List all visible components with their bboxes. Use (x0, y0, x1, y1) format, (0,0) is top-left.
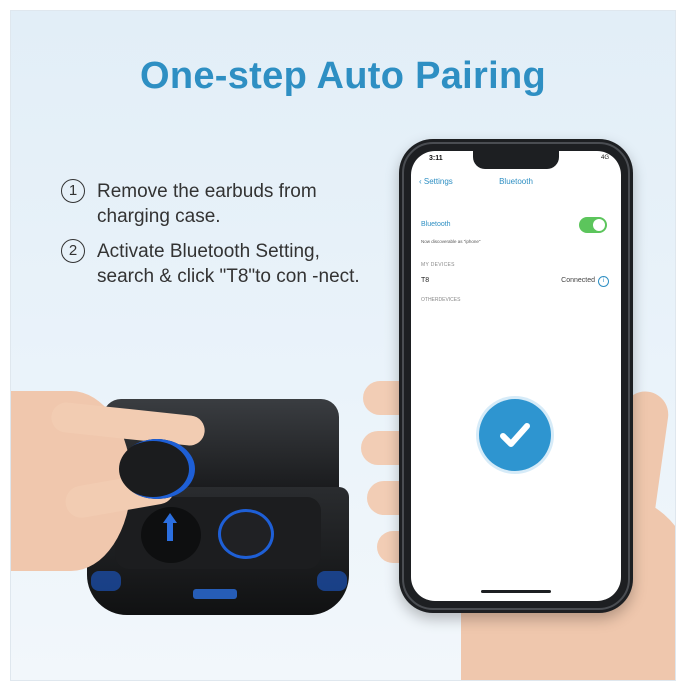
step-2-number: 2 (61, 239, 85, 263)
checkmark-icon (500, 423, 530, 447)
other-devices-header: OTHERDEVICES (421, 297, 461, 303)
case-glow-right (317, 571, 347, 591)
discoverable-text: Now discoverable as "iphone" (421, 239, 481, 244)
smartphone: 3:11 4G ‹ Settings Bluetooth Bluetooth N… (399, 139, 633, 613)
home-indicator (481, 590, 551, 593)
device-status: Connected (561, 277, 595, 284)
status-network: 4G (600, 155, 609, 161)
step-2: 2 Activate Bluetooth Setting, search & c… (61, 239, 371, 289)
step-1-text: Remove the earbuds from charging case. (97, 181, 317, 227)
earbud-in-case (218, 509, 274, 559)
step-1: 1 Remove the earbuds from charging case. (61, 179, 371, 229)
device-row-t8[interactable]: T8 Connected i (421, 275, 611, 289)
bluetooth-row: Bluetooth (421, 217, 611, 235)
step-1-number: 1 (61, 179, 85, 203)
device-name: T8 (421, 277, 430, 284)
bluetooth-toggle[interactable] (579, 217, 607, 233)
my-devices-header: MY DEVICES (421, 262, 455, 268)
product-banner: One-step Auto Pairing 1 Remove the earbu… (10, 10, 676, 681)
success-checkmark (479, 399, 551, 471)
nav-title: Bluetooth (499, 177, 533, 186)
bluetooth-label: Bluetooth (421, 221, 451, 228)
banner-headline: One-step Auto Pairing (139, 55, 547, 97)
arrow-up-icon (163, 513, 177, 541)
phone-screen: 3:11 4G ‹ Settings Bluetooth Bluetooth N… (411, 151, 621, 601)
step-2-text: Activate Bluetooth Setting, search & cli… (97, 241, 360, 287)
status-time: 3:11 (429, 155, 443, 162)
nav-bar: ‹ Settings Bluetooth (411, 175, 621, 193)
phone-notch (473, 151, 559, 169)
case-glow-left (91, 571, 121, 591)
info-icon[interactable]: i (598, 276, 609, 287)
case-led-indicator (193, 589, 237, 599)
earbud-held (119, 439, 195, 499)
